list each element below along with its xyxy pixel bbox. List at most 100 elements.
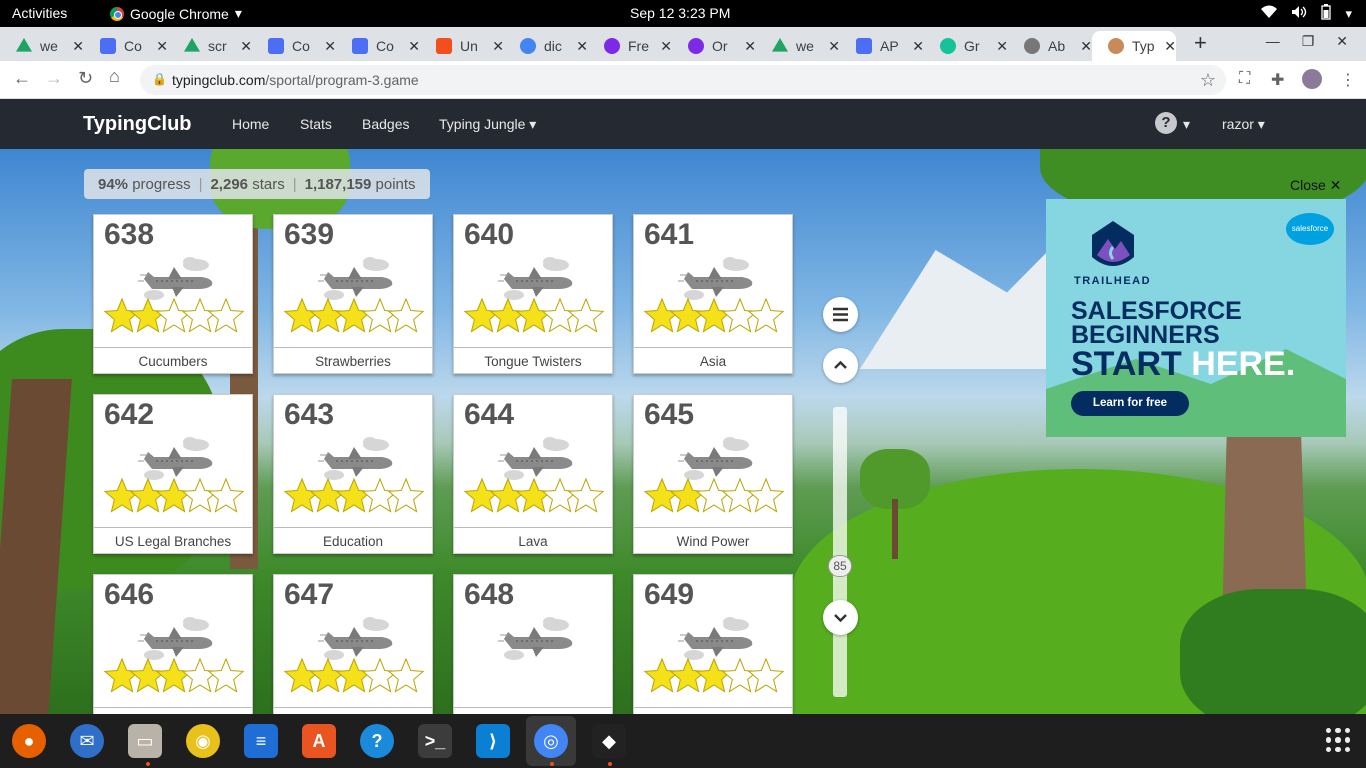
nav-badges[interactable]: Badges [362,116,409,132]
browser-tab[interactable]: Co ✕ [84,31,168,61]
lesson-card[interactable]: 640 Tongue Twisters [453,214,613,374]
lesson-number: 638 [104,218,155,251]
lesson-card[interactable]: 639 Strawberries [273,214,433,374]
thunderbird-icon[interactable]: ✉ [70,724,104,758]
grammarly-icon [940,38,956,54]
tab-close-icon[interactable]: ✕ [744,38,756,55]
screenshot-extension-icon[interactable]: ⛶ [1239,70,1250,88]
help-icon[interactable]: ? [360,724,394,758]
terminal-icon[interactable]: >_ [418,724,452,758]
browser-tab[interactable]: Typ ✕ [1092,31,1176,61]
salesforce-ad[interactable]: TRAILHEAD salesforce SALESFORCE BEGINNER… [1046,199,1346,437]
activities-button[interactable]: Activities [12,5,67,21]
tab-close-icon[interactable]: ✕ [1080,38,1092,55]
ubuntu-software-icon[interactable]: A [302,724,336,758]
tab-close-icon[interactable]: ✕ [996,38,1008,55]
learn-for-free-button[interactable]: Learn for free [1071,391,1189,416]
home-icon[interactable]: ⌂ [109,66,120,87]
globe-icon [1024,38,1040,54]
menu-button[interactable] [823,297,858,332]
tab-close-icon[interactable]: ✕ [1164,38,1176,55]
lesson-card[interactable]: 641 Asia [633,214,793,374]
figma-icon[interactable]: ◆ [592,724,626,758]
system-tray[interactable]: ▾ [1261,4,1352,23]
files-icon[interactable]: ▭ [128,724,162,758]
address-bar[interactable]: 🔒 typingclub.com /sportal/program-3.game… [140,65,1226,95]
google-drive-icon [16,38,32,52]
chevron-down-icon[interactable]: ▾ [1183,116,1190,133]
tab-close-icon[interactable]: ✕ [156,38,168,55]
lesson-title [94,707,252,714]
browser-tab[interactable]: Or ✕ [672,31,756,61]
browser-tab[interactable]: scr ✕ [168,31,252,61]
tab-close-icon[interactable]: ✕ [240,38,252,55]
nav-typing-jungle-label: Typing Jungle [439,116,526,132]
close-icon[interactable]: ✕ [1336,33,1348,50]
lesson-card[interactable]: 638 Cucumbers [93,214,253,374]
browser-tab[interactable]: Co ✕ [336,31,420,61]
browser-tab[interactable]: AP ✕ [840,31,924,61]
ad-close-button[interactable]: Close ✕ [1290,177,1341,194]
nav-stats[interactable]: Stats [300,116,332,132]
scroll-up-button[interactable] [823,348,858,383]
scroll-track[interactable] [833,407,847,697]
lesson-card[interactable]: 647 [273,574,433,714]
star-rating [642,655,786,695]
browser-tab[interactable]: Ab ✕ [1008,31,1092,61]
bookmark-star-icon[interactable]: ☆ [1200,70,1216,91]
back-arrow-icon[interactable]: ← [13,68,31,89]
nav-typing-jungle[interactable]: Typing Jungle ▾ [439,116,536,133]
clock[interactable]: Sep 12 3:23 PM [630,5,730,21]
chrome-icon [110,6,124,21]
nav-home[interactable]: Home [232,116,269,132]
tab-close-icon[interactable]: ✕ [576,38,588,55]
lesson-card[interactable]: 643 Education [273,394,433,554]
lesson-card[interactable]: 645 Wind Power [633,394,793,554]
tab-close-icon[interactable]: ✕ [912,38,924,55]
browser-tab[interactable]: we ✕ [756,31,840,61]
browser-tab[interactable]: dic ✕ [504,31,588,61]
firefox-icon[interactable]: ● [12,724,46,758]
tab-close-icon[interactable]: ✕ [660,38,672,55]
small-tree-trunk [892,499,898,559]
app-menu[interactable]: Google Chrome ▾ [110,5,242,22]
site-logo[interactable]: TypingClub [83,113,192,136]
stars-stat: 2,296 stars [210,176,284,193]
libreoffice-writer-icon[interactable]: ≡ [244,724,278,758]
lesson-card[interactable]: 646 [93,574,253,714]
minimize-icon[interactable]: — [1266,33,1280,50]
reload-icon[interactable]: ↻ [78,68,93,89]
more-menu-icon[interactable]: ⋮ [1340,70,1356,90]
browser-tab[interactable]: Un ✕ [420,31,504,61]
user-menu[interactable]: razor ▾ [1222,116,1265,133]
new-tab-button[interactable]: + [1194,30,1207,56]
lesson-card[interactable]: 642 US Legal Branches [93,394,253,554]
maximize-icon[interactable]: ❐ [1302,33,1315,50]
browser-tab[interactable]: Fre ✕ [588,31,672,61]
chrome-icon[interactable]: ◎ [534,724,568,758]
browser-tab[interactable]: we ✕ [0,31,84,61]
profile-avatar[interactable] [1302,69,1322,89]
forward-arrow-icon[interactable]: → [45,68,63,89]
vscode-icon[interactable]: ⟩ [476,724,510,758]
tab-close-icon[interactable]: ✕ [828,38,840,55]
lesson-card[interactable]: 644 Lava [453,394,613,554]
show-applications-icon[interactable] [1326,728,1350,752]
tab-close-icon[interactable]: ✕ [324,38,336,55]
lesson-card[interactable]: 649 [633,574,793,714]
lesson-card[interactable]: 648 [453,574,613,714]
rhythmbox-icon[interactable]: ◉ [186,724,220,758]
lesson-number: 647 [284,578,335,611]
lesson-title: Tongue Twisters [454,347,612,375]
tab-close-icon[interactable]: ✕ [72,38,84,55]
progress-stat: 94% progress [98,176,191,193]
scroll-position-badge[interactable]: 85 [828,555,852,577]
scroll-down-button[interactable] [823,600,858,635]
tab-close-icon[interactable]: ✕ [492,38,504,55]
browser-tab[interactable]: Gr ✕ [924,31,1008,61]
chevron-down-icon [834,614,847,623]
tab-close-icon[interactable]: ✕ [408,38,420,55]
extensions-puzzle-icon[interactable]: ✚ [1271,70,1284,90]
browser-tab[interactable]: Co ✕ [252,31,336,61]
help-icon[interactable]: ? [1155,112,1177,134]
